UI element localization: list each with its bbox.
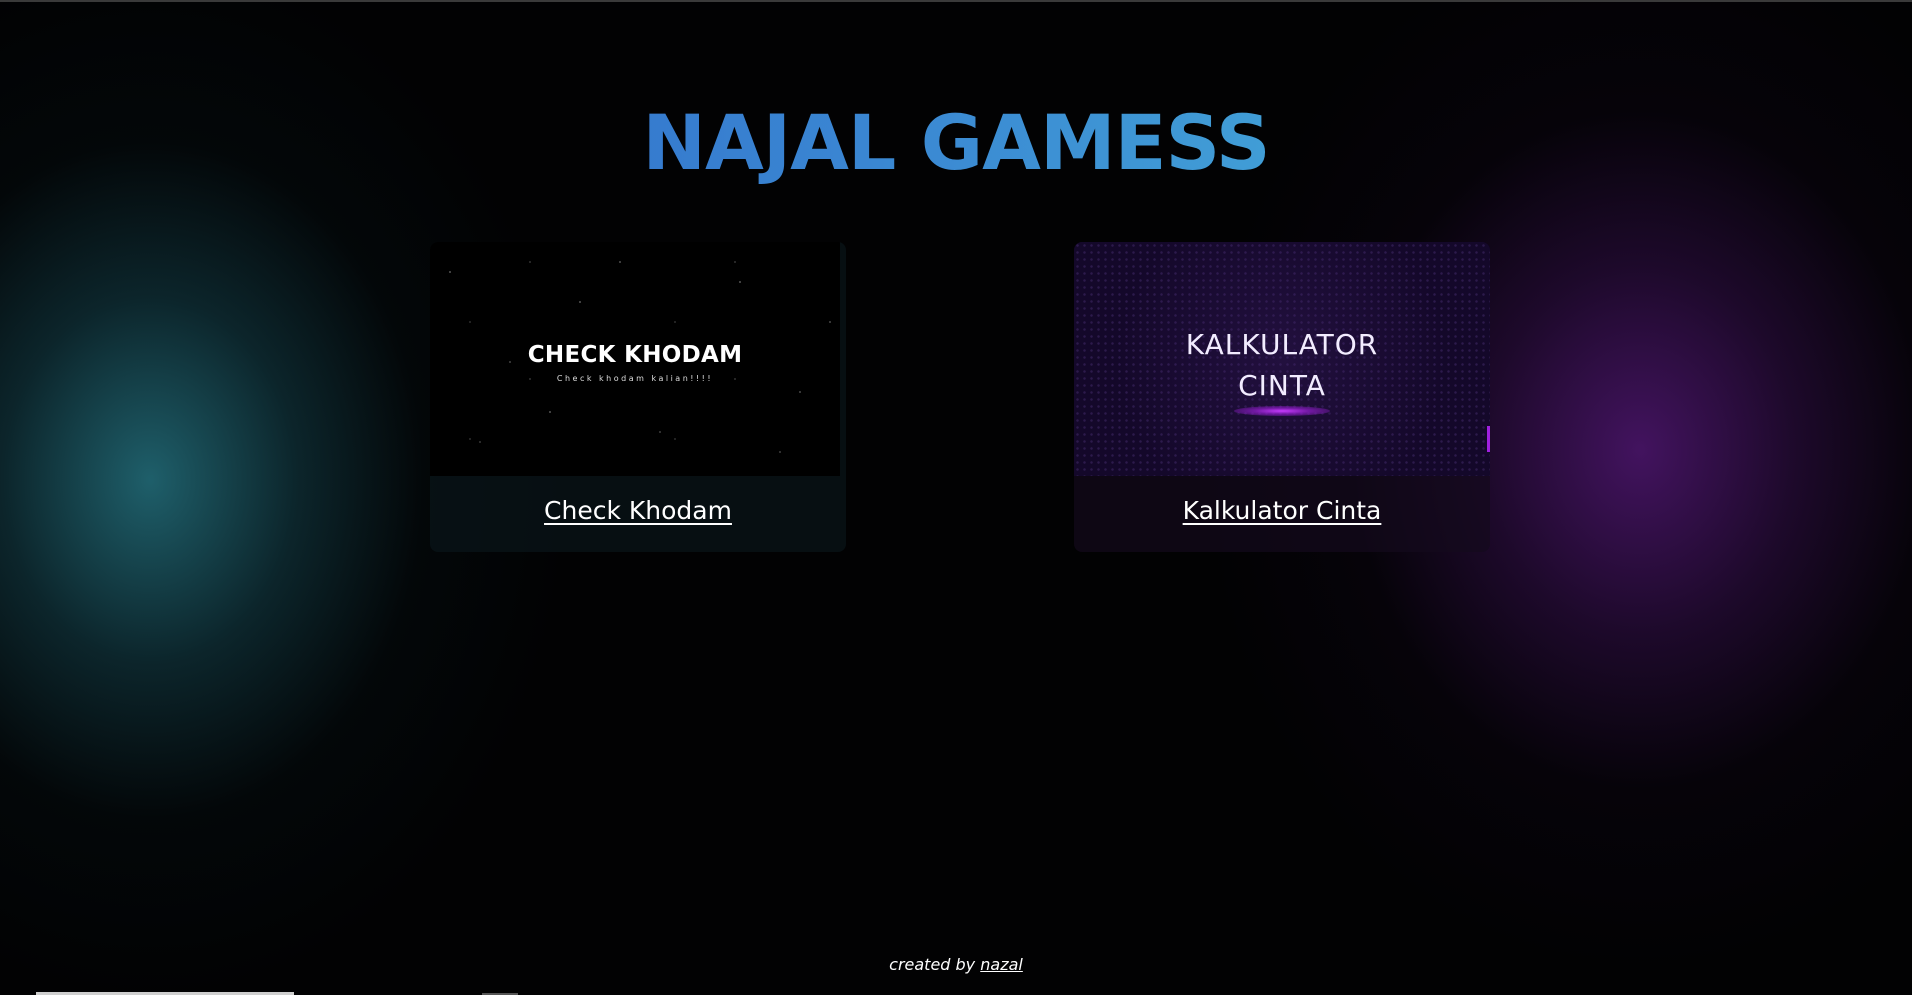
kalkulator-cinta-thumbnail[interactable]: KALKULATOR CINTA — [1074, 242, 1490, 476]
check-khodam-link[interactable]: Check Khodam — [430, 496, 846, 525]
game-card-kalkulator-cinta[interactable]: KALKULATOR CINTA Kalkulator Cinta — [1074, 242, 1490, 552]
glow-decoration — [1234, 406, 1330, 416]
check-khodam-thumbnail[interactable]: CHECK KHODAM Check khodam kalian!!!! — [430, 242, 840, 476]
check-khodam-thumbnail-subtitle: Check khodam kalian!!!! — [556, 374, 714, 383]
footer-prefix: created by — [889, 955, 976, 974]
page-title: NAJAL GAMESS — [0, 98, 1912, 188]
check-khodam-thumbnail-title: CHECK KHODAM — [527, 342, 743, 368]
kalkulator-cinta-thumbnail-line1: KALKULATOR — [1185, 328, 1379, 361]
kalkulator-cinta-link[interactable]: Kalkulator Cinta — [1074, 496, 1490, 525]
footer-author-link[interactable]: nazal — [980, 955, 1023, 974]
top-border — [0, 0, 1912, 2]
page: NAJAL GAMESS CHECK KHODAM Check khodam k… — [0, 0, 1912, 995]
footer: created by nazal — [0, 955, 1912, 974]
kalkulator-cinta-thumbnail-title: KALKULATOR CINTA — [1074, 324, 1490, 406]
kalkulator-cinta-thumbnail-line2: CINTA — [1238, 369, 1326, 402]
game-card-check-khodam[interactable]: CHECK KHODAM Check khodam kalian!!!! Che… — [430, 242, 846, 552]
accent-edge-decoration — [1487, 426, 1490, 452]
